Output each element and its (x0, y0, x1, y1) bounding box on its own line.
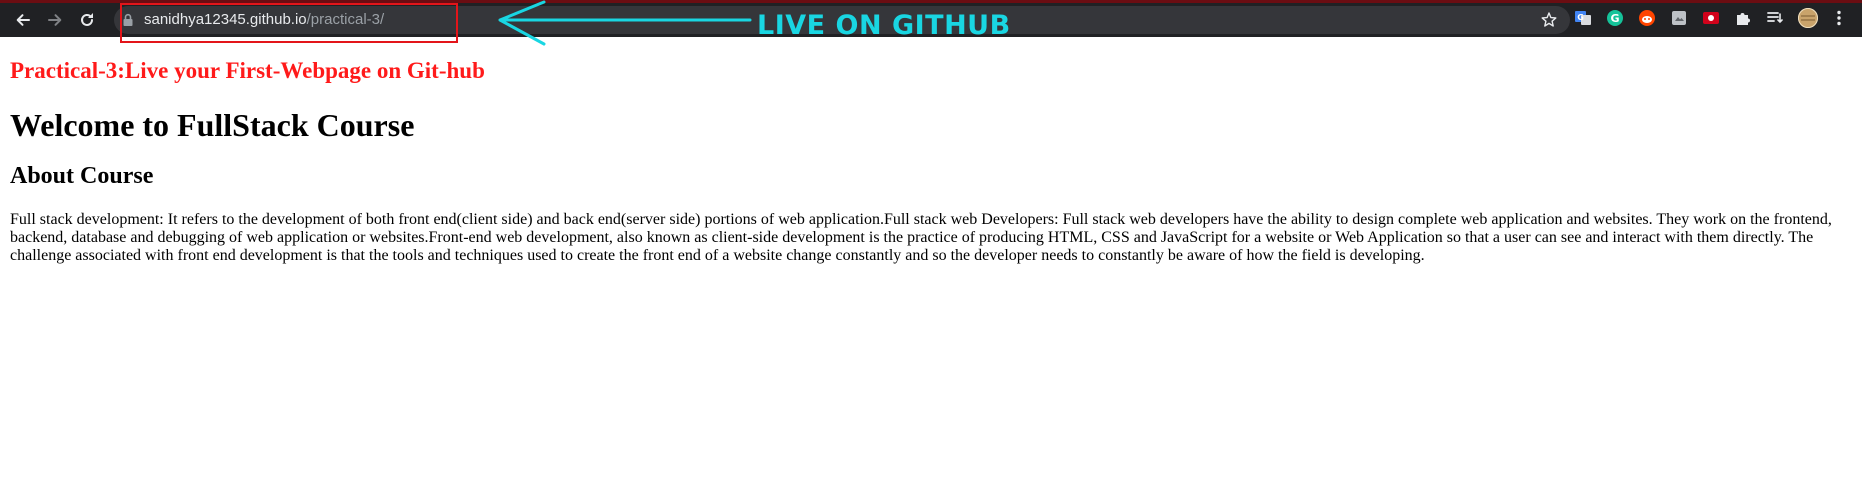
recorder-icon (1702, 9, 1720, 32)
course-description: Full stack development: It refers to the… (10, 211, 1832, 264)
svg-text:G: G (1577, 13, 1584, 22)
reading-list-button[interactable] (1764, 9, 1786, 31)
translate-icon: G (1574, 9, 1592, 32)
grammarly-icon: G (1606, 9, 1624, 32)
translate-extension-button[interactable]: G (1572, 9, 1594, 31)
reddit-icon (1638, 9, 1656, 32)
profile-button[interactable] (1797, 7, 1819, 33)
extensions-button[interactable] (1732, 9, 1754, 31)
screenshot-icon (1670, 9, 1688, 32)
browser-window: sanidhya12345.github.io/practical-3/ G G… (0, 0, 1862, 495)
browser-menu-button[interactable] (1828, 9, 1850, 31)
back-icon (15, 12, 31, 28)
back-button[interactable] (9, 6, 37, 34)
svg-text:G: G (1610, 12, 1619, 25)
callout-label: LIVE ON GITHUB (757, 10, 1011, 41)
bookmark-star-icon[interactable] (1540, 11, 1558, 34)
puzzle-icon (1734, 9, 1752, 32)
reload-button[interactable] (73, 6, 101, 34)
recorder-extension-button[interactable] (1700, 9, 1722, 31)
reading-list-icon (1766, 9, 1784, 32)
menu-icon (1836, 9, 1842, 32)
page-title: Welcome to FullStack Course (10, 107, 415, 143)
profile-avatar (1798, 7, 1818, 33)
practical-heading: Practical-3:Live your First-Webpage on G… (10, 58, 485, 83)
screenshot-extension-button[interactable] (1668, 9, 1690, 31)
reddit-extension-button[interactable] (1636, 9, 1658, 31)
forward-button[interactable] (41, 6, 69, 34)
reload-icon (79, 12, 95, 28)
grammarly-extension-button[interactable]: G (1604, 9, 1626, 31)
forward-icon (47, 12, 63, 28)
section-heading: About Course (10, 163, 154, 189)
url-highlight-box (120, 3, 458, 43)
callout-arrow-icon (498, 0, 752, 46)
